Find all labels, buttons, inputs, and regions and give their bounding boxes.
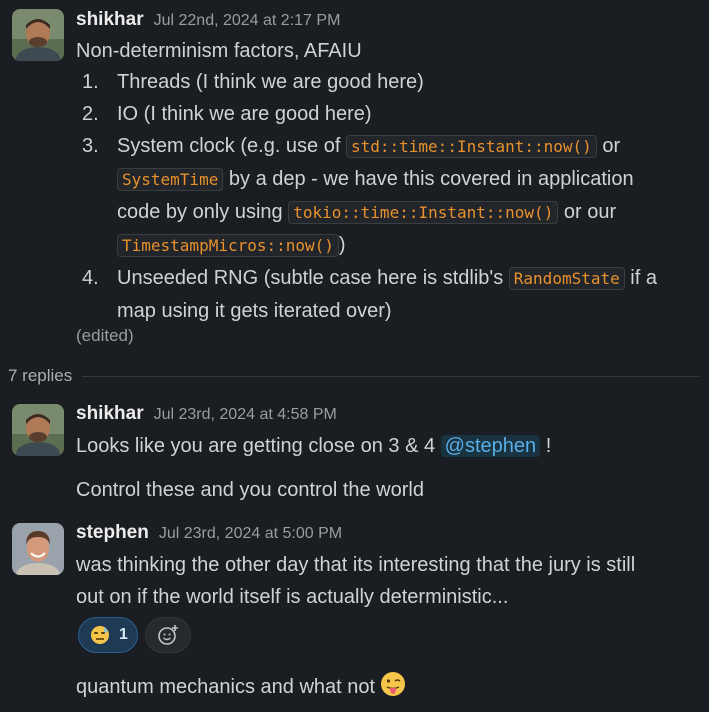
message-timestamp[interactable]: Jul 23rd, 2024 at 5:00 PM <box>159 525 342 543</box>
author-name[interactable]: stephen <box>76 522 149 544</box>
reaction-count: 1 <box>119 626 128 643</box>
code-snippet: SystemTime <box>117 168 224 191</box>
reaction-pill[interactable]: 1 <box>78 617 138 653</box>
author-name[interactable]: shikhar <box>76 9 144 31</box>
list-item: 3. System clock (e.g. use of std::time::… <box>82 135 634 257</box>
message-text: was thinking the other day that its inte… <box>76 554 636 576</box>
message-header: stephen Jul 23rd, 2024 at 5:00 PM <box>76 522 342 546</box>
message-timestamp[interactable]: Jul 23rd, 2024 at 4:58 PM <box>154 406 337 424</box>
message-text: out on if the world itself is actually d… <box>76 586 509 608</box>
thinking-sweat-emoji <box>91 626 109 644</box>
tongue-out-emoji <box>381 672 406 696</box>
message-header: shikhar Jul 22nd, 2024 at 2:17 PM <box>76 9 340 33</box>
add-reaction-icon <box>158 625 178 645</box>
message-text: Looks like you are getting close on 3 & … <box>76 435 552 457</box>
message-header: shikhar Jul 23rd, 2024 at 4:58 PM <box>76 403 337 427</box>
message-intro: Non-determinism factors, AFAIU <box>76 40 362 62</box>
code-snippet: RandomState <box>508 267 625 290</box>
avatar-stephen[interactable] <box>12 523 64 575</box>
divider-line <box>82 375 699 377</box>
replies-divider: 7 replies <box>0 364 699 388</box>
edited-label: (edited) <box>76 326 134 345</box>
code-snippet: TimestampMicros::now() <box>117 234 339 257</box>
message-timestamp[interactable]: Jul 22nd, 2024 at 2:17 PM <box>154 12 341 30</box>
code-snippet: std::time::Instant::now() <box>345 135 597 158</box>
list-item: 1. Threads (I think we are good here) <box>82 71 424 93</box>
user-mention[interactable]: @stephen <box>440 435 541 457</box>
list-item: 2. IO (I think we are good here) <box>82 103 372 125</box>
message-text: quantum mechanics and what not <box>76 670 407 703</box>
code-snippet: tokio::time::Instant::now() <box>288 201 559 224</box>
factor-list: 1. Threads (I think we are good here) 2.… <box>76 66 701 327</box>
list-item: 4. Unseeded RNG (subtle case here is std… <box>82 267 657 322</box>
replies-count: 7 replies <box>8 366 73 385</box>
avatar-shikhar[interactable] <box>12 9 64 61</box>
add-reaction-button[interactable] <box>145 617 191 653</box>
message-text: Control these and you control the world <box>76 479 424 501</box>
avatar-shikhar[interactable] <box>12 404 64 456</box>
author-name[interactable]: shikhar <box>76 403 144 425</box>
